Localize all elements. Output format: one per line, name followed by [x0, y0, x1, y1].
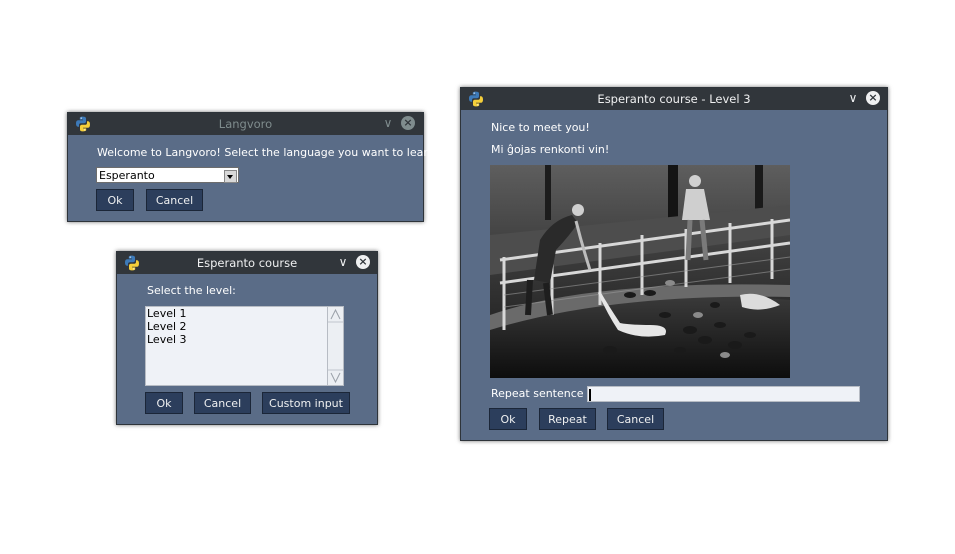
scroll-arrows-icon	[328, 308, 343, 384]
lesson-photo	[490, 165, 790, 378]
cancel-button[interactable]: Cancel	[146, 189, 203, 211]
window-title: Langvoro	[218, 117, 273, 131]
sentence-english: Nice to meet you!	[491, 121, 590, 134]
langvoro-titlebar[interactable]: Langvoro ∨ ×	[68, 113, 423, 135]
repeat-sentence-label: Repeat sentence	[491, 387, 584, 400]
window-title: Esperanto course - Level 3	[597, 92, 751, 106]
level-prompt: Select the level:	[147, 284, 236, 297]
scrollbar[interactable]	[327, 307, 343, 385]
close-icon[interactable]: ×	[401, 116, 415, 130]
list-item[interactable]: Level 3	[146, 333, 343, 346]
course-titlebar[interactable]: Esperanto course ∨ ×	[117, 252, 377, 274]
sentence-esperanto: Mi ĝojas renkonti vin!	[491, 143, 610, 156]
repeat-button[interactable]: Repeat	[539, 408, 596, 430]
text-caret	[589, 389, 591, 401]
chevron-down-icon[interactable]: ∨	[336, 255, 350, 269]
repeat-sentence-input[interactable]	[587, 386, 860, 402]
langvoro-window: Langvoro ∨ × Welcome to Langvoro! Select…	[67, 112, 438, 222]
custom-input-button[interactable]: Custom input	[262, 392, 350, 414]
close-icon[interactable]: ×	[866, 91, 880, 105]
selected-language: Esperanto	[99, 169, 155, 182]
language-prompt: Welcome to Langvoro! Select the language…	[97, 146, 439, 159]
chevron-down-icon[interactable]: ∨	[381, 116, 395, 130]
lesson-titlebar[interactable]: Esperanto course - Level 3 ∨ ×	[461, 88, 887, 110]
cancel-button[interactable]: Cancel	[194, 392, 251, 414]
language-select[interactable]: Esperanto	[96, 167, 239, 183]
chevron-down-icon[interactable]: ∨	[846, 91, 860, 105]
cancel-button[interactable]: Cancel	[607, 408, 664, 430]
swan-feeding-photo	[490, 165, 790, 378]
level-listbox[interactable]: Level 1 Level 2 Level 3	[145, 306, 344, 386]
ok-button[interactable]: Ok	[145, 392, 183, 414]
list-item[interactable]: Level 2	[146, 320, 343, 333]
dropdown-arrow-icon[interactable]	[224, 170, 237, 183]
course-window: Esperanto course ∨ × Select the level: L…	[116, 251, 378, 425]
list-item[interactable]: Level 1	[146, 307, 343, 320]
ok-button[interactable]: Ok	[96, 189, 134, 211]
close-icon[interactable]: ×	[356, 255, 370, 269]
lesson-window: Esperanto course - Level 3 ∨ × Nice to m…	[460, 87, 888, 441]
ok-button[interactable]: Ok	[489, 408, 527, 430]
